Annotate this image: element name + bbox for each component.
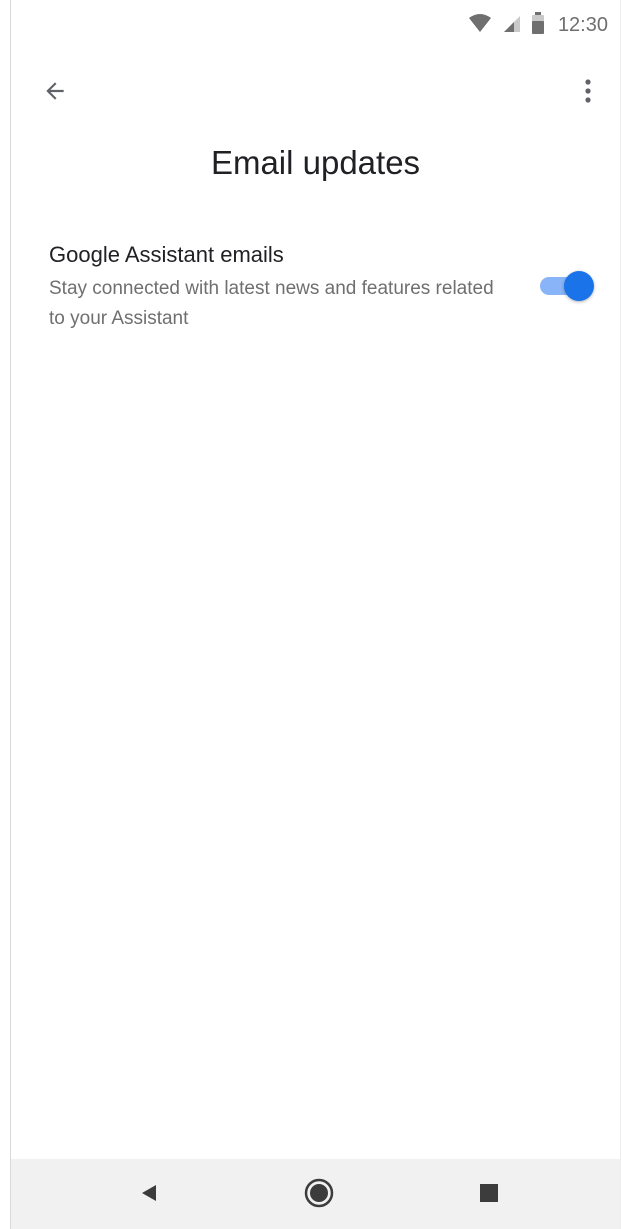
status-icons: 12:30 — [468, 12, 608, 39]
arrow-back-icon — [42, 78, 68, 109]
more-options-button[interactable] — [570, 75, 606, 111]
page-title: Email updates — [210, 144, 421, 181]
more-vert-icon — [583, 78, 593, 109]
nav-back-button[interactable] — [131, 1177, 167, 1213]
status-bar: 12:30 — [11, 0, 620, 50]
screen: 12:30 Email updates Google Assistant ema… — [10, 0, 621, 1229]
setting-title: Google Assistant emails — [49, 242, 284, 267]
setting-row-assistant-emails[interactable]: Google Assistant emails Stay connected w… — [49, 240, 602, 336]
setting-description: Stay connected with latest news and feat… — [49, 278, 494, 329]
assistant-emails-toggle[interactable] — [538, 270, 596, 302]
back-button[interactable] — [37, 75, 73, 111]
wifi-icon — [468, 13, 492, 38]
status-time: 12:30 — [557, 14, 608, 36]
home-circle-icon — [304, 1178, 334, 1213]
nav-recents-button[interactable] — [471, 1177, 507, 1213]
signal-icon — [502, 13, 522, 38]
nav-bar — [11, 1159, 620, 1229]
back-triangle-icon — [139, 1183, 159, 1208]
toggle-thumb — [564, 271, 594, 301]
nav-home-button[interactable] — [301, 1177, 337, 1213]
battery-icon — [531, 12, 544, 39]
recents-square-icon — [479, 1183, 499, 1208]
